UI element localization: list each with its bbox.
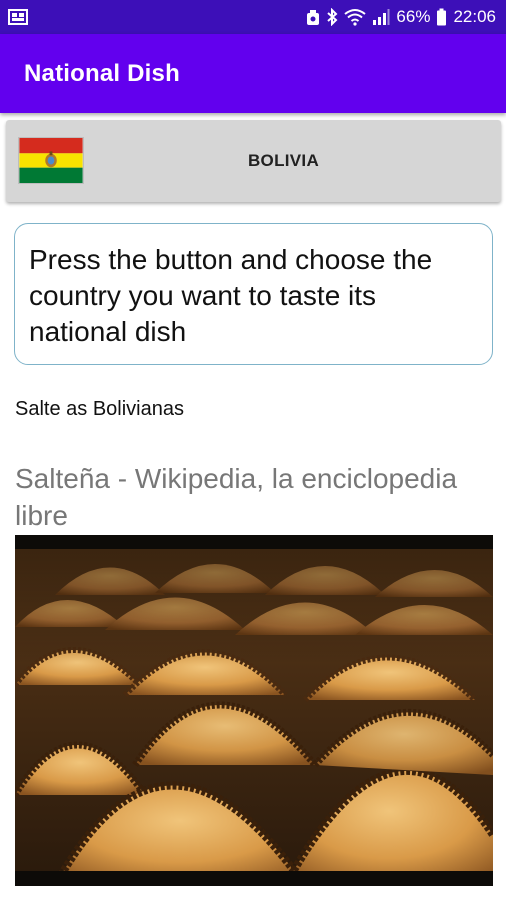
country-label: BOLIVIA bbox=[247, 151, 320, 170]
instruction-text: Press the button and choose the country … bbox=[29, 244, 433, 347]
status-bar: 66% 22:06 bbox=[0, 0, 506, 34]
alarm-icon bbox=[306, 9, 320, 26]
saltenas-photo bbox=[15, 535, 493, 886]
app-title: National Dish bbox=[24, 59, 180, 87]
battery-percent: 66% bbox=[396, 7, 431, 26]
battery-icon bbox=[436, 8, 447, 26]
dish-name: Salte as Bolivianas bbox=[15, 398, 184, 420]
clock: 22:06 bbox=[453, 7, 496, 26]
dish-image bbox=[15, 535, 493, 886]
gallery-icon bbox=[8, 8, 28, 26]
choose-country-button[interactable]: BOLIVIA bbox=[6, 120, 501, 202]
source-title[interactable]: Salteña - Wikipedia, la enciclopedia lib… bbox=[15, 460, 485, 534]
bluetooth-icon bbox=[326, 8, 338, 26]
instruction-textbox[interactable]: Press the button and choose the country … bbox=[14, 223, 493, 365]
wifi-icon bbox=[344, 8, 367, 26]
app-bar: National Dish bbox=[0, 34, 506, 113]
signal-icon bbox=[372, 8, 390, 26]
